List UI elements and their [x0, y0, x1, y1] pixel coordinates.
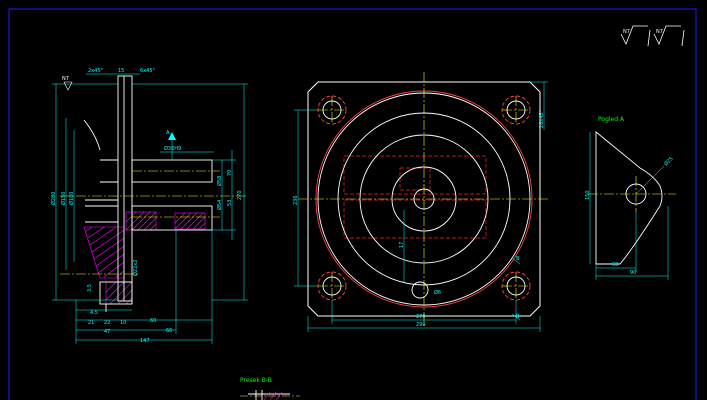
- detail-dimension-lines: [589, 132, 669, 280]
- section-a-label: A: [166, 130, 170, 136]
- dim-right-1: Ø58: [216, 176, 223, 186]
- detail-outline: [595, 131, 663, 265]
- detail-dim-1: Ø25: [662, 155, 674, 167]
- side-view-outline: [83, 75, 213, 312]
- detail-dim-3: 60: [612, 262, 618, 268]
- detail-title: Pogled A: [598, 116, 625, 123]
- dim-bottom-5: 60: [150, 318, 156, 324]
- section-view: Presek B-B: [240, 377, 300, 400]
- dim-bottom-2: 21: [88, 320, 94, 326]
- dim-front-6: Ø6: [434, 289, 441, 296]
- finish-mark-label: N7: [62, 76, 69, 82]
- surface-symbol-2: N7: [656, 29, 663, 35]
- surface-symbol-1: N7: [623, 29, 630, 35]
- dim-top-2: 15: [118, 68, 124, 74]
- drawing-frame: [8, 8, 697, 400]
- dim-bottom-4: 10: [120, 320, 126, 326]
- dim-bottom-3: 22: [104, 320, 110, 326]
- side-view-hatch: [83, 211, 206, 305]
- dim-left-1: Ø280: [50, 192, 57, 205]
- section-title: Presek B-B: [240, 377, 272, 384]
- dim-left-3: Ø180: [68, 192, 75, 205]
- dim-front-2: 270: [416, 314, 426, 320]
- front-view-centerlines: [298, 72, 550, 326]
- detail-dim-2: 150: [585, 190, 591, 200]
- dim-top-1: 2x45°: [88, 68, 104, 74]
- dim-front-3: 290: [416, 322, 426, 328]
- dim-front-1: 236: [293, 195, 299, 205]
- dim-inner-1: Ø22x2: [132, 260, 139, 276]
- dim-bottom-7: 66: [166, 328, 172, 334]
- dim-bottom-6: 47: [104, 329, 110, 335]
- detail-view: Pogled A Ø25 150 60 90: [585, 116, 676, 280]
- dim-bottom-1: 4.5: [90, 310, 98, 316]
- bore-label: Ø36H9: [164, 145, 181, 152]
- front-view: 236 270 290 26x45° 17 Ø6 B B: [293, 72, 550, 332]
- dim-left-2: Ø150: [60, 192, 67, 205]
- section-outline: [248, 390, 290, 400]
- dim-right-5: 270: [237, 190, 243, 200]
- dim-bottom-8: 147: [140, 338, 150, 344]
- finish-mark-symbol: [63, 81, 73, 91]
- section-mark-bottom: B: [516, 314, 520, 320]
- cad-drawing: N7 N7 2x45° 15 6x45° N7 A Ø36H9 Ø280 Ø15…: [8, 8, 697, 400]
- dim-top-3: 6x45°: [140, 68, 156, 74]
- dim-right-4: 53: [227, 200, 233, 206]
- dim-right-3: 70: [227, 170, 233, 176]
- detail-centerlines: [588, 176, 676, 212]
- side-view: 2x45° 15 6x45° N7 A Ø36H9 Ø280 Ø150 Ø180…: [50, 68, 248, 344]
- detail-dim-4: 90: [630, 270, 636, 276]
- dim-front-5: 17: [399, 242, 405, 248]
- dim-inner-2: 3.5: [87, 284, 93, 292]
- surface-finish-symbols: [620, 25, 685, 47]
- cad-canvas[interactable]: N7 N7 2x45° 15 6x45° N7 A Ø36H9 Ø280 Ø15…: [0, 0, 707, 400]
- dim-front-4: 26x45°: [539, 109, 545, 128]
- dim-right-2: Ø54: [216, 200, 223, 210]
- section-mark-top: B: [516, 256, 520, 262]
